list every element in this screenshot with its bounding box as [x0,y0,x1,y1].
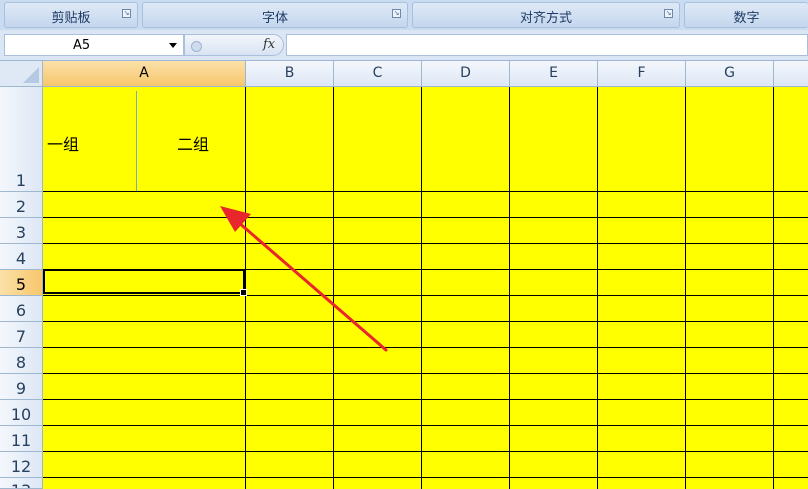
gridline [43,321,808,322]
gridline [685,87,686,489]
resize-handle-icon[interactable] [191,41,202,52]
cell-a1-left-text[interactable]: 一组 [47,131,79,155]
ribbon-group-label: 对齐方式 [519,11,572,26]
gridline [43,477,808,478]
gridline [509,87,510,489]
fill-handle[interactable] [240,289,247,296]
ribbon-group-number[interactable]: 数字 [684,2,808,28]
ribbon-group-label: 剪贴板 [51,11,91,26]
gridline [421,87,422,489]
dialog-launcher-icon[interactable]: ↘ [664,9,673,18]
ribbon-group-label: 数字 [733,11,760,26]
name-box-value: A5 [73,38,91,53]
row-header-13[interactable]: 13 [0,478,43,489]
gridline [43,451,808,452]
column-header-h[interactable] [774,61,808,87]
chevron-down-icon[interactable] [169,43,177,48]
formula-bar: A5 fx [0,30,808,61]
gridline [773,87,774,489]
cell-grid[interactable]: 一组 二组 [43,87,808,489]
row-header-3[interactable]: 3 [0,218,43,244]
row-header-9[interactable]: 9 [0,374,43,400]
row-header-6[interactable]: 6 [0,296,43,322]
gridline [43,399,808,400]
row-header-12[interactable]: 12 [0,452,43,478]
row-header-4[interactable]: 4 [0,244,43,270]
ribbon-group-alignment[interactable]: 对齐方式 ↘ [412,2,680,28]
dialog-launcher-icon[interactable]: ↘ [122,9,131,18]
gridline [43,191,808,192]
ribbon-group-clipboard[interactable]: 剪贴板 ↘ [4,2,138,28]
gridline [43,347,808,348]
column-header-a[interactable]: A [43,61,246,87]
ribbon-group-label: 字体 [261,11,288,26]
ribbon-group-bar: 剪贴板 ↘ 字体 ↘ 对齐方式 ↘ 数字 [0,0,808,31]
ribbon-group-font[interactable]: 字体 ↘ [142,2,408,28]
row-header-7[interactable]: 7 [0,322,43,348]
gridline [43,295,808,296]
column-header-c[interactable]: C [334,61,422,87]
column-header-g[interactable]: G [686,61,774,87]
gridline [245,87,246,489]
select-all-icon [23,67,39,83]
insert-function-button[interactable]: fx [263,37,275,52]
name-box[interactable]: A5 [4,34,184,56]
gridline [43,373,808,374]
row-header-11[interactable]: 11 [0,426,43,452]
formula-input[interactable] [286,34,808,56]
gridline [43,217,808,218]
formula-controls: fx [184,34,284,56]
column-header-f[interactable]: F [598,61,686,87]
dialog-launcher-icon[interactable]: ↘ [392,9,401,18]
column-header-d[interactable]: D [422,61,510,87]
row-header-10[interactable]: 10 [0,400,43,426]
gridline [43,243,808,244]
row-header-5[interactable]: 5 [0,270,43,296]
active-cell-a5[interactable] [43,269,247,296]
row-header-2[interactable]: 2 [0,192,43,218]
gridline [43,425,808,426]
row-header-1[interactable]: 1 [0,87,43,192]
column-header-b[interactable]: B [246,61,334,87]
cell-a1-right-text[interactable]: 二组 [177,131,209,155]
cell-a1-divider-line [136,91,137,191]
row-header-8[interactable]: 8 [0,348,43,374]
column-header-e[interactable]: E [510,61,598,87]
select-all-button[interactable] [0,61,43,87]
gridline [333,87,334,489]
gridline [597,87,598,489]
